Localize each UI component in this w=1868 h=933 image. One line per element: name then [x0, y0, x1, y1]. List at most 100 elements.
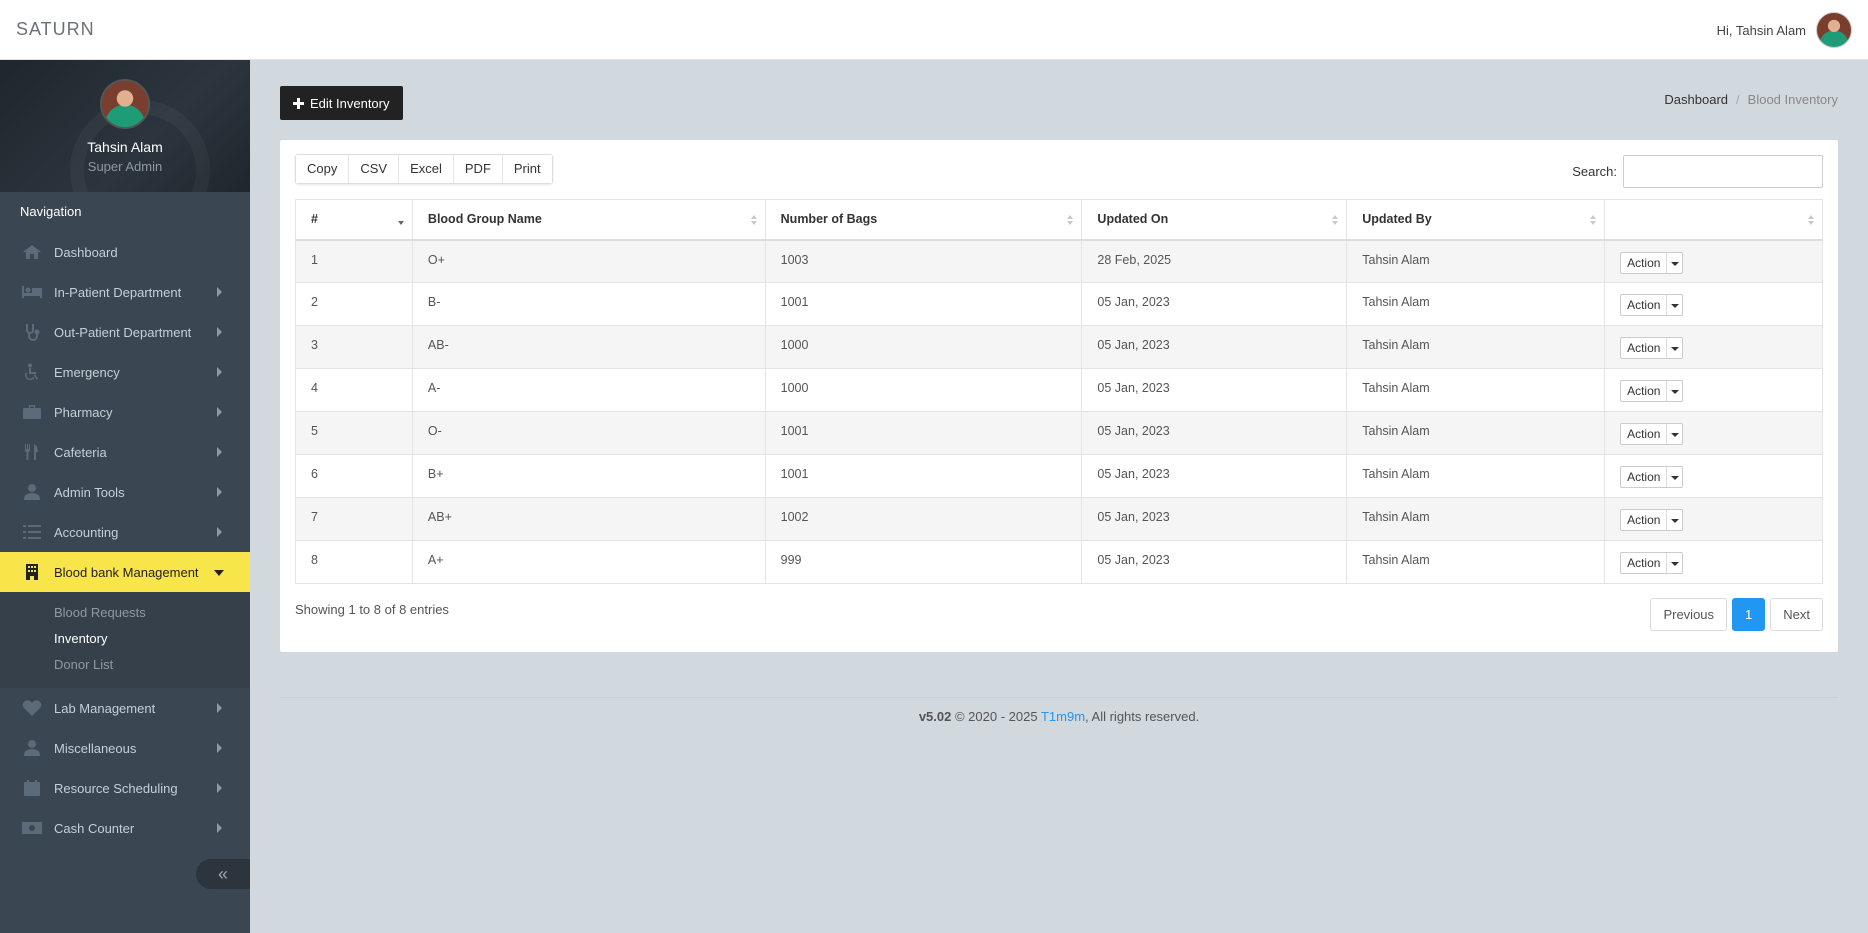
top-navbar: SATURN Hi, Tahsin Alam — [0, 0, 1868, 60]
sidebar-item-cash-counter[interactable]: Cash Counter — [0, 808, 250, 848]
column-header-label: Updated On — [1097, 212, 1169, 227]
column-header-label: Number of Bags — [780, 212, 878, 227]
user-md-icon — [20, 738, 44, 758]
action-dropdown-button[interactable]: Action — [1620, 466, 1684, 488]
table-cell-actions: Action — [1604, 411, 1823, 455]
blood-bank-submenu: Blood Requests Inventory Donor List — [0, 592, 250, 688]
table-cell-actions: Action — [1604, 239, 1823, 283]
sort-icon — [1808, 215, 1814, 227]
sidebar-item-miscellaneous[interactable]: Miscellaneous — [0, 728, 250, 768]
footer-divider — [280, 697, 1838, 698]
sidebar-item-label: Cafeteria — [54, 444, 107, 460]
sidebar-item-lab-management[interactable]: Lab Management — [0, 688, 250, 728]
action-dropdown-button[interactable]: Action — [1620, 509, 1684, 531]
table-row: 7 AB+ 1002 05 Jan, 2023 Tahsin Alam Action — [295, 497, 1823, 541]
footer-version: v5.02 — [918, 709, 952, 724]
submenu-item-donor-list[interactable]: Donor List — [0, 652, 250, 678]
footer-link[interactable]: T1m9m — [1041, 709, 1085, 724]
table-cell: 05 Jan, 2023 — [1081, 368, 1348, 412]
table-cell: Tahsin Alam — [1346, 282, 1606, 326]
edit-inventory-button[interactable]: Edit Inventory — [280, 86, 403, 120]
sidebar-item-emergency[interactable]: Emergency — [0, 352, 250, 392]
table-cell: 05 Jan, 2023 — [1081, 497, 1348, 541]
column-header-updated-by[interactable]: Updated By — [1346, 199, 1606, 241]
action-dropdown-button[interactable]: Action — [1620, 337, 1684, 359]
user-menu[interactable]: Hi, Tahsin Alam — [1717, 12, 1852, 48]
table-cell: Tahsin Alam — [1346, 368, 1606, 412]
table-cell: 1000 — [764, 325, 1083, 369]
export-buttons: Copy CSV Excel PDF Print — [295, 154, 553, 184]
table-cell-actions: Action — [1604, 540, 1823, 584]
chevron-right-icon — [217, 327, 222, 337]
table-row: 6 B+ 1001 05 Jan, 2023 Tahsin Alam Action — [295, 454, 1823, 498]
breadcrumb-current: Blood Inventory — [1747, 92, 1838, 107]
chevron-right-icon — [217, 487, 222, 497]
sidebar-item-in-patient[interactable]: In-Patient Department — [0, 272, 250, 312]
pagination-next[interactable]: Next — [1770, 598, 1823, 631]
column-header-label: # — [311, 212, 318, 227]
action-label: Action — [1627, 513, 1661, 527]
table-cell-actions: Action — [1604, 368, 1823, 412]
sidebar-item-dashboard[interactable]: Dashboard — [0, 232, 250, 272]
caret-down-icon — [1666, 424, 1682, 444]
column-header-updated-on[interactable]: Updated On — [1081, 199, 1348, 241]
excel-button[interactable]: Excel — [399, 155, 454, 183]
greeting-text[interactable]: Hi, Tahsin Alam — [1717, 23, 1806, 38]
table-row: 5 O- 1001 05 Jan, 2023 Tahsin Alam Action — [295, 411, 1823, 455]
nav-heading: Navigation — [20, 204, 82, 219]
chevron-right-icon — [217, 367, 222, 377]
column-header-actions[interactable] — [1604, 199, 1823, 241]
brand-logo[interactable]: SATURN — [16, 19, 95, 40]
table-cell: 05 Jan, 2023 — [1081, 282, 1348, 326]
avatar[interactable] — [1816, 12, 1852, 48]
action-label: Action — [1627, 255, 1661, 270]
caret-down-icon — [1666, 553, 1682, 573]
csv-button[interactable]: CSV — [349, 155, 400, 183]
action-dropdown-button[interactable]: Action — [1620, 294, 1684, 316]
pdf-button[interactable]: PDF — [453, 155, 503, 183]
home-icon — [20, 242, 44, 262]
bed-icon — [20, 282, 44, 302]
collapse-sidebar-button[interactable]: « — [196, 859, 250, 889]
inventory-card: Copy CSV Excel PDF Print Search: # Blood… — [280, 140, 1838, 652]
profile-name: Tahsin Alam — [87, 139, 163, 155]
user-icon — [20, 482, 44, 502]
sidebar-item-admin-tools[interactable]: Admin Tools — [0, 472, 250, 512]
breadcrumb-dashboard[interactable]: Dashboard — [1664, 92, 1728, 107]
action-dropdown-button[interactable]: Action — [1620, 423, 1684, 445]
action-dropdown-button[interactable]: Action — [1620, 380, 1684, 402]
sidebar-item-out-patient[interactable]: Out-Patient Department — [0, 312, 250, 352]
pagination-page[interactable]: 1 — [1732, 598, 1766, 631]
table-cell: Tahsin Alam — [1346, 497, 1606, 541]
table-cell-actions: Action — [1604, 325, 1823, 369]
action-dropdown-button[interactable]: Action — [1620, 251, 1684, 274]
table-header-row: # Blood Group Name Number of Bags Update… — [295, 199, 1823, 241]
table-cell: 8 — [295, 540, 413, 584]
table-cell: B- — [411, 282, 766, 326]
column-header-number[interactable]: # — [295, 199, 413, 241]
sidebar-item-blood-bank[interactable]: Blood bank Management — [0, 552, 250, 592]
action-label: Action — [1627, 556, 1661, 570]
pagination-previous[interactable]: Previous — [1650, 598, 1728, 631]
sidebar-item-accounting[interactable]: Accounting — [0, 512, 250, 552]
sidebar-profile: Tahsin Alam Super Admin — [0, 60, 250, 192]
column-header-blood-group[interactable]: Blood Group Name — [411, 199, 766, 241]
submenu-item-blood-requests[interactable]: Blood Requests — [0, 600, 250, 626]
sidebar-item-resource-scheduling[interactable]: Resource Scheduling — [0, 768, 250, 808]
submenu-item-inventory[interactable]: Inventory — [0, 626, 250, 652]
action-dropdown-button[interactable]: Action — [1620, 552, 1684, 574]
table-cell: 05 Jan, 2023 — [1081, 411, 1348, 455]
chevron-right-icon — [217, 823, 222, 833]
sidebar-item-cafeteria[interactable]: Cafeteria — [0, 432, 250, 472]
search-input[interactable] — [1623, 155, 1823, 188]
print-button[interactable]: Print — [502, 155, 552, 183]
breadcrumb: Dashboard / Blood Inventory — [1664, 92, 1838, 107]
column-header-bags[interactable]: Number of Bags — [764, 199, 1083, 241]
table-info: Showing 1 to 8 of 8 entries — [295, 602, 449, 617]
profile-role: Super Admin — [87, 159, 163, 174]
sidebar-item-label: Admin Tools — [54, 484, 125, 500]
copy-button[interactable]: Copy — [296, 155, 350, 183]
action-label: Action — [1627, 427, 1661, 441]
action-label: Action — [1627, 298, 1661, 312]
sidebar-item-pharmacy[interactable]: Pharmacy — [0, 392, 250, 432]
